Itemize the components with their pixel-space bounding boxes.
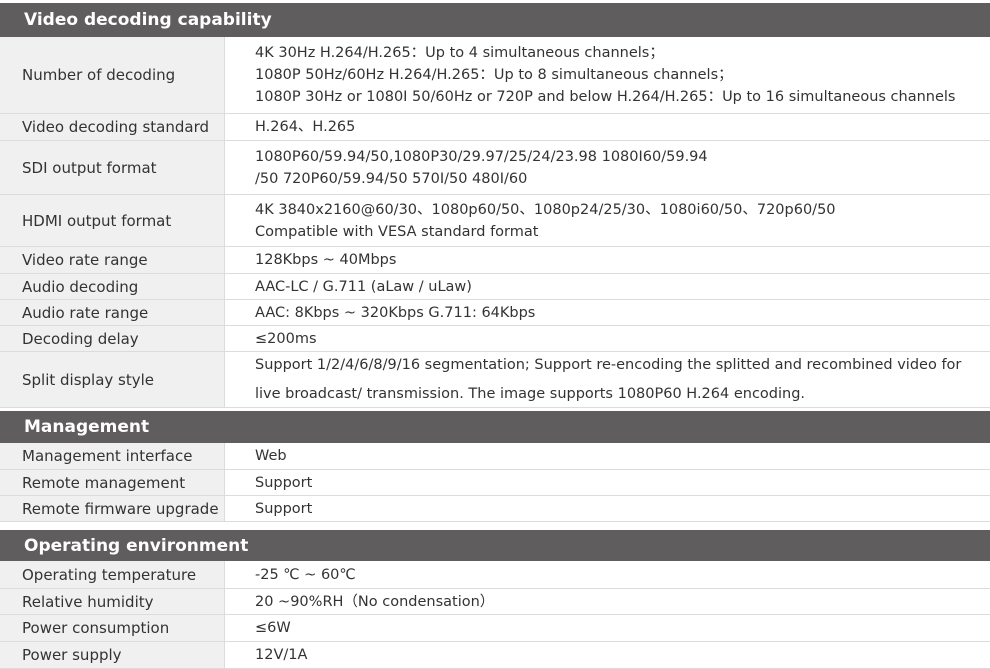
spec-row: Management interface Web <box>0 443 990 470</box>
spec-value-line: Support <box>255 500 313 517</box>
spec-row: Remote management Support <box>0 470 990 496</box>
spec-value-line: Support <box>255 474 313 491</box>
spec-row: Relative humidity 20 ~90%RH（No condensati… <box>0 589 990 615</box>
spec-value: 20 ~90%RH（No condensation） <box>225 589 990 614</box>
spec-value-line: 1080P 50Hz/60Hz H.264/H.265：Up to 8 simu… <box>255 67 733 83</box>
spec-value-line: 128Kbps ~ 40Mbps <box>255 252 397 268</box>
spec-value: 128Kbps ~ 40Mbps <box>225 247 990 273</box>
spec-value-line: -25 ℃ ~ 60℃ <box>255 566 356 583</box>
spec-label: Remote firmware upgrade <box>0 496 225 521</box>
spec-label: HDMI output format <box>0 195 225 246</box>
spec-row: Audio rate range AAC: 8Kbps ~ 320Kbps G.7… <box>0 300 990 326</box>
spec-value-line: 4K 3840x2160@60/30、1080p60/50、1080p24/25… <box>255 201 836 218</box>
spec-value-line: Web <box>255 448 287 464</box>
spec-value: 4K 30Hz H.264/H.265：Up to 4 simultaneous… <box>225 37 990 113</box>
spec-value-line: 4K 30Hz H.264/H.265：Up to 4 simultaneous… <box>255 45 664 61</box>
spec-label: Video decoding standard <box>0 114 225 140</box>
spec-value: AAC: 8Kbps ~ 320Kbps G.711: 64Kbps <box>225 300 990 325</box>
spec-value-line: ≤6W <box>255 620 291 636</box>
spec-value-line: 20 ~90%RH（No condensation） <box>255 593 495 610</box>
spec-label: Decoding delay <box>0 326 225 351</box>
spec-value-line: live broadcast/ transmission. The image … <box>255 385 806 402</box>
spec-value-line: Support 1/2/4/6/8/9/16 segmentation; Sup… <box>255 356 962 373</box>
spec-label: Audio rate range <box>0 300 225 325</box>
spec-value-line: AAC: 8Kbps ~ 320Kbps G.711: 64Kbps <box>255 304 536 321</box>
spec-label: Relative humidity <box>0 589 225 614</box>
spec-value-line: 1080P 30Hz or 1080I 50/60Hz or 720P and … <box>255 89 956 105</box>
spec-label: Number of decoding <box>0 37 225 113</box>
spec-row: Decoding delay ≤200ms <box>0 326 990 352</box>
spec-row: Number of decoding 4K 30Hz H.264/H.265：Up… <box>0 37 990 114</box>
spec-value-line: /50 720P60/59.94/50 570I/50 480I/60 <box>255 170 528 187</box>
spec-value: 4K 3840x2160@60/30、1080p60/50、1080p24/25… <box>225 195 990 246</box>
spec-value: ≤6W <box>225 615 990 641</box>
spec-row: Audio decoding AAC-LC / G.711 (aLaw / uLa… <box>0 274 990 300</box>
spec-value: Support 1/2/4/6/8/9/16 segmentation; Sup… <box>225 352 990 407</box>
spec-value: AAC-LC / G.711 (aLaw / uLaw) <box>225 274 990 299</box>
spec-label: Video rate range <box>0 247 225 273</box>
spec-value: Web <box>225 443 990 469</box>
spec-label: Power consumption <box>0 615 225 641</box>
spec-value: ≤200ms <box>225 326 990 351</box>
spec-row: SDI output format 1080P60/59.94/50,1080P3… <box>0 141 990 195</box>
spec-value-line: ≤200ms <box>255 330 317 347</box>
section-header: Operating environment <box>0 530 990 561</box>
spec-label: Power supply <box>0 642 225 668</box>
spec-label: Split display style <box>0 352 225 407</box>
spec-value: Support <box>225 470 990 495</box>
spec-value-line: 12V/1A <box>255 647 308 663</box>
spec-value: -25 ℃ ~ 60℃ <box>225 561 990 588</box>
spec-value: Support <box>225 496 990 521</box>
spec-label: Management interface <box>0 443 225 469</box>
spec-label: Audio decoding <box>0 274 225 299</box>
spec-label: Operating temperature <box>0 561 225 588</box>
spec-row: Power supply 12V/1A <box>0 642 990 669</box>
spec-value: 1080P60/59.94/50,1080P30/29.97/25/24/23.… <box>225 141 990 194</box>
spec-value-line: Compatible with VESA standard format <box>255 223 539 240</box>
spec-row: Split display style Support 1/2/4/6/8/9/1… <box>0 352 990 408</box>
spec-value: 12V/1A <box>225 642 990 668</box>
spec-row: Video rate range 128Kbps ~ 40Mbps <box>0 247 990 274</box>
spec-row: Video decoding standard H.264、H.265 <box>0 114 990 141</box>
spec-value-line: 1080P60/59.94/50,1080P30/29.97/25/24/23.… <box>255 148 708 165</box>
spec-label: SDI output format <box>0 141 225 194</box>
spec-row: Power consumption ≤6W <box>0 615 990 642</box>
spec-row: HDMI output format 4K 3840x2160@60/30、108… <box>0 195 990 247</box>
spec-row: Remote firmware upgrade Support <box>0 496 990 522</box>
section-header: Management <box>0 411 990 443</box>
spec-value-line: AAC-LC / G.711 (aLaw / uLaw) <box>255 278 472 295</box>
section-header: Video decoding capability <box>0 3 990 37</box>
spec-value-line: H.264、H.265 <box>255 119 356 135</box>
spec-label: Remote management <box>0 470 225 495</box>
spec-row: Operating temperature -25 ℃ ~ 60℃ <box>0 561 990 589</box>
spec-value: H.264、H.265 <box>225 114 990 140</box>
